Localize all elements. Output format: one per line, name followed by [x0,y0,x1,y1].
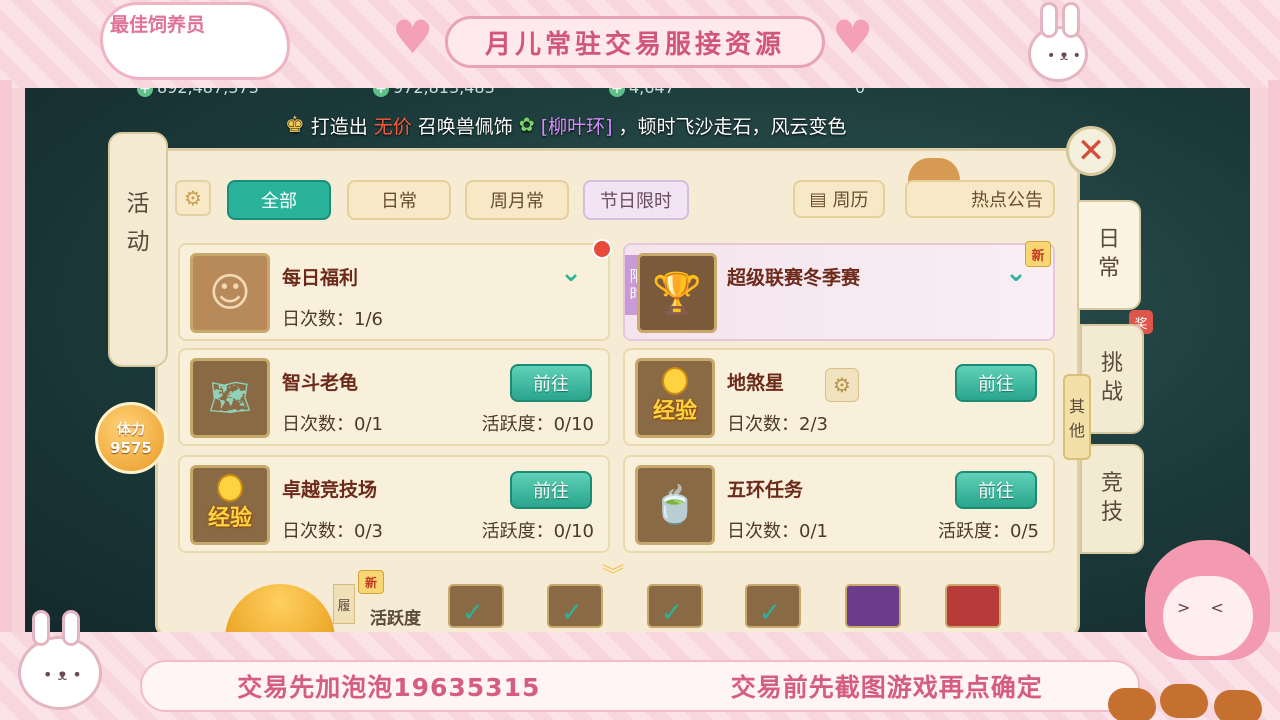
reward-chest-icon[interactable]: ✓ [745,584,801,628]
go-button[interactable]: 前往 [955,364,1037,402]
exp-icon: 经验 [635,358,715,438]
bunny-bottom-left-icon: • ᴥ • [18,636,102,710]
resource-gold[interactable]: +4,647 [609,88,675,97]
notification-dot [592,239,612,259]
go-button[interactable]: 前往 [955,471,1037,509]
reward-chest-icon[interactable]: ✓ [647,584,703,628]
new-badge: 新 [1025,241,1051,267]
heart-left-icon: ♥ [392,10,434,64]
activity-card-disha-star[interactable]: 经验 地煞星 ⚙ 日次数：2/3 前往 [623,348,1055,446]
go-button[interactable]: 前往 [510,364,592,402]
bunny-ear-icon [1062,2,1080,38]
resource-bar: +892,487,373 +972,813,483 +4,647 0 [25,88,1250,98]
hot-news-button[interactable]: 热点公告 [905,180,1055,218]
bunny-ear-icon [1040,2,1058,38]
chevron-down-icon[interactable]: ⌄ [556,260,586,286]
reward-gem-icon[interactable] [845,584,901,628]
activity-progress-strip: 履 新 活跃度 ✓ ✓ ✓ ✓ [155,570,1080,644]
plus-icon[interactable]: + [609,88,625,97]
trophy-icon: 🏆 [637,253,717,333]
plus-icon[interactable]: + [137,88,153,97]
contact-text: 交易先加泡泡19635315 [237,673,541,702]
notice-icon: ♚ [285,112,305,138]
resource-cash[interactable]: +972,813,483 [373,88,495,97]
reward-chest-icon[interactable]: ✓ [448,584,504,628]
bunny-ear-icon [62,610,80,646]
activity-card-super-league[interactable]: 限时 🏆 超级联赛冬季赛 ⌄ 新 [623,241,1055,341]
streamer-mascot-icon: >< [1135,540,1280,720]
settings-gear-icon[interactable]: ⚙ [825,368,859,402]
notice-item-link[interactable]: [柳叶环] [541,112,613,139]
calendar-icon: ▤ [809,188,827,210]
bunny-top-right-icon: • ᴥ • [1028,26,1088,82]
map-scroll-icon: 🗺 [190,358,270,438]
resource-other: 0 [855,88,865,97]
stamina-orb[interactable]: 体力 9575 [95,402,167,474]
welfare-icon: ☺ [190,253,270,333]
bunny-ear-icon [32,610,50,646]
go-button[interactable]: 前往 [510,471,592,509]
plus-icon[interactable]: + [373,88,389,97]
overlay-left-frame [0,80,12,640]
activity-side-label: 履 [333,584,355,624]
warning-text: 交易前先截图游戏再点确定 [730,673,1043,702]
tab-daily[interactable]: 日常 [347,180,451,220]
system-notice: ♚ 打造出 无价 召唤兽佩饰 ✿ [柳叶环] ，顿时飞沙走石，风云变色 [285,112,847,139]
side-tab-arena[interactable]: 竞技 [1080,444,1144,554]
resource-silver[interactable]: +892,487,373 [137,88,259,97]
reward-chest-icon[interactable]: ✓ [547,584,603,628]
leaf-icon: ✿ [518,114,535,136]
new-badge: 新 [358,570,384,594]
side-tab-other[interactable]: 其他 [1063,374,1091,460]
tab-weekly-monthly[interactable]: 周月常 [465,180,569,220]
brand-text: 最佳饲养员 [110,14,206,36]
fried-chicken-icon [1160,684,1208,718]
reward-gift-icon[interactable] [945,584,1001,628]
activity-card-turtle[interactable]: 🗺 智斗老龟 日次数：0/1 活跃度：0/10 前往 [178,348,610,446]
activity-card-five-rings[interactable]: 🍵 五环任务 日次数：0/1 活跃度：0/5 前往 [623,455,1055,553]
weekly-calendar-button[interactable]: ▤ 周历 [793,180,885,218]
activity-side-title: 活 动 [108,132,168,367]
settings-gear-icon[interactable]: ⚙ [175,180,211,216]
side-tab-daily[interactable]: 日常 [1077,200,1141,310]
activity-card-daily-welfare[interactable]: ☺ 每日福利 日次数：1/6 ⌄ [178,239,612,341]
fried-chicken-icon [1108,688,1156,720]
tab-all[interactable]: 全部 [227,180,331,220]
close-button[interactable]: ✕ [1066,126,1116,176]
exp-icon: 经验 [190,465,270,545]
overlay-bottom-banner: 交易先加泡泡19635315 交易前先截图游戏再点确定 [140,660,1140,712]
heart-right-icon: ♥ [832,10,874,64]
activity-label: 活跃度 [370,609,421,629]
tab-festival[interactable]: 节日限时 [583,180,689,220]
tea-set-icon: 🍵 [635,465,715,545]
fried-chicken-icon [1214,690,1262,720]
overlay-title: 月儿常驻交易服接资源 [445,16,825,68]
activity-card-arena[interactable]: 经验 卓越竞技场 日次数：0/3 活跃度：0/10 前往 [178,455,610,553]
